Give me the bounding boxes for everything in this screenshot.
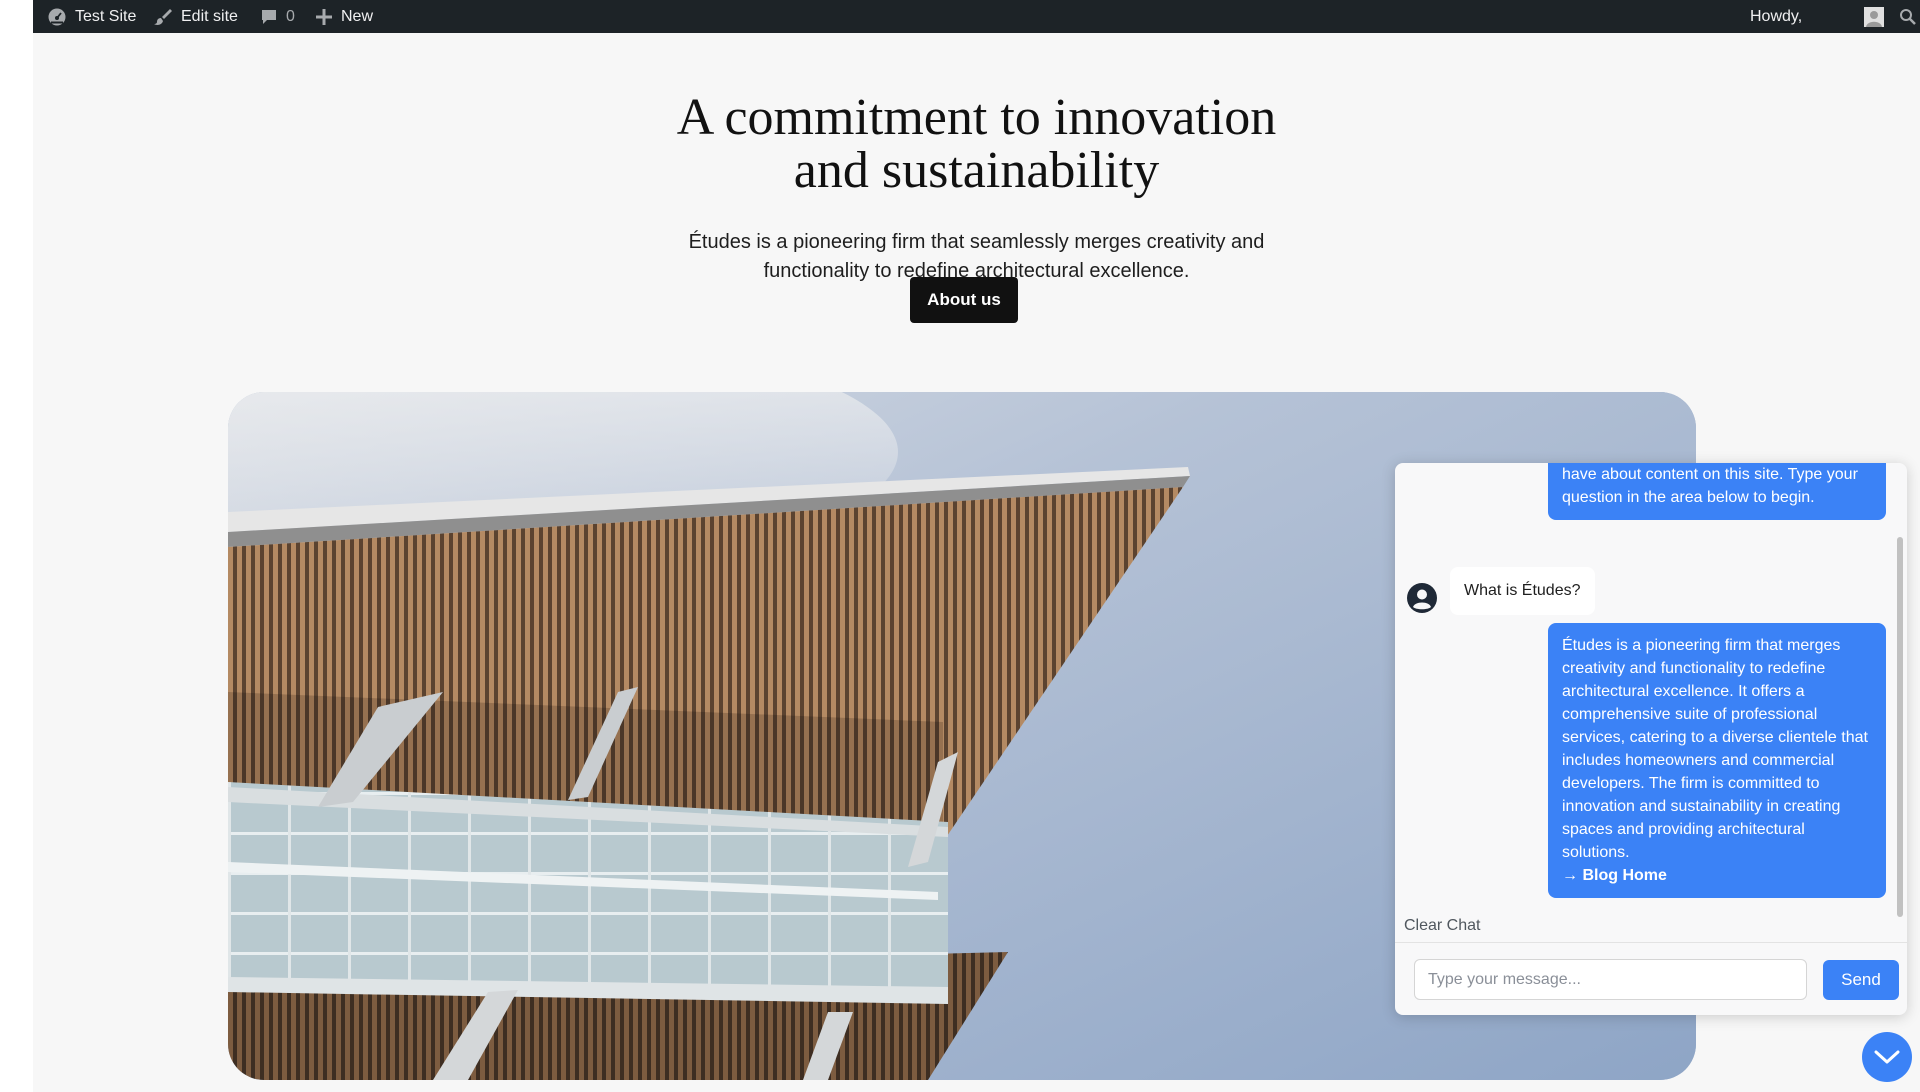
- avatar[interactable]: [1864, 0, 1884, 33]
- bot-message: have about content on this site. Type yo…: [1548, 463, 1886, 520]
- chat-messages[interactable]: have about content on this site. Type yo…: [1395, 463, 1907, 933]
- chat-message-input[interactable]: [1414, 959, 1807, 1000]
- avatar-icon: [1864, 6, 1884, 27]
- edit-site-link[interactable]: Edit site: [153, 0, 238, 33]
- user-circle-icon: [1407, 583, 1437, 613]
- my-account-link[interactable]: Howdy,: [1750, 0, 1802, 33]
- chat-divider: [1395, 942, 1907, 943]
- comment-icon: [262, 9, 276, 24]
- site-name-link[interactable]: Test Site: [47, 0, 136, 33]
- admin-bar: Test Site Edit site 0 New Howdy,: [33, 0, 1920, 33]
- hero-description-line: Études is a pioneering firm that seamles…: [688, 231, 1265, 253]
- hero-title-line: A commitment to innovation: [676, 89, 1277, 146]
- site-name-label: Test Site: [75, 7, 137, 25]
- howdy-label: Howdy,: [1750, 7, 1803, 25]
- about-us-button[interactable]: About us: [910, 277, 1018, 323]
- user-message: What is Études?: [1450, 567, 1595, 615]
- plus-icon: [316, 8, 332, 25]
- chat-widget: have about content on this site. Type yo…: [1395, 463, 1907, 1015]
- chat-toggle-button[interactable]: [1862, 1032, 1912, 1082]
- hero-title: A commitment to innovation and sustainab…: [33, 91, 1920, 197]
- chevron-down-icon: [1874, 1050, 1900, 1064]
- search-icon: [1900, 8, 1916, 25]
- brush-icon: [154, 8, 172, 25]
- comments-link[interactable]: 0: [260, 0, 295, 33]
- bot-message: Études is a pioneering firm that merges …: [1548, 623, 1886, 898]
- blog-home-link[interactable]: → Blog Home: [1562, 867, 1667, 884]
- dashboard-icon: [48, 8, 66, 25]
- comments-count: 0: [286, 7, 295, 25]
- clear-chat-button[interactable]: Clear Chat: [1404, 917, 1480, 935]
- edit-site-label: Edit site: [181, 7, 238, 25]
- new-content-link[interactable]: New: [315, 0, 373, 33]
- new-label: New: [341, 7, 374, 25]
- search-button[interactable]: [1899, 0, 1917, 33]
- chat-scrollbar-thumb[interactable]: [1897, 537, 1903, 917]
- hero-title-line: and sustainability: [793, 142, 1160, 199]
- send-button[interactable]: Send: [1823, 960, 1899, 1000]
- bot-message-text: Études is a pioneering firm that merges …: [1562, 637, 1868, 861]
